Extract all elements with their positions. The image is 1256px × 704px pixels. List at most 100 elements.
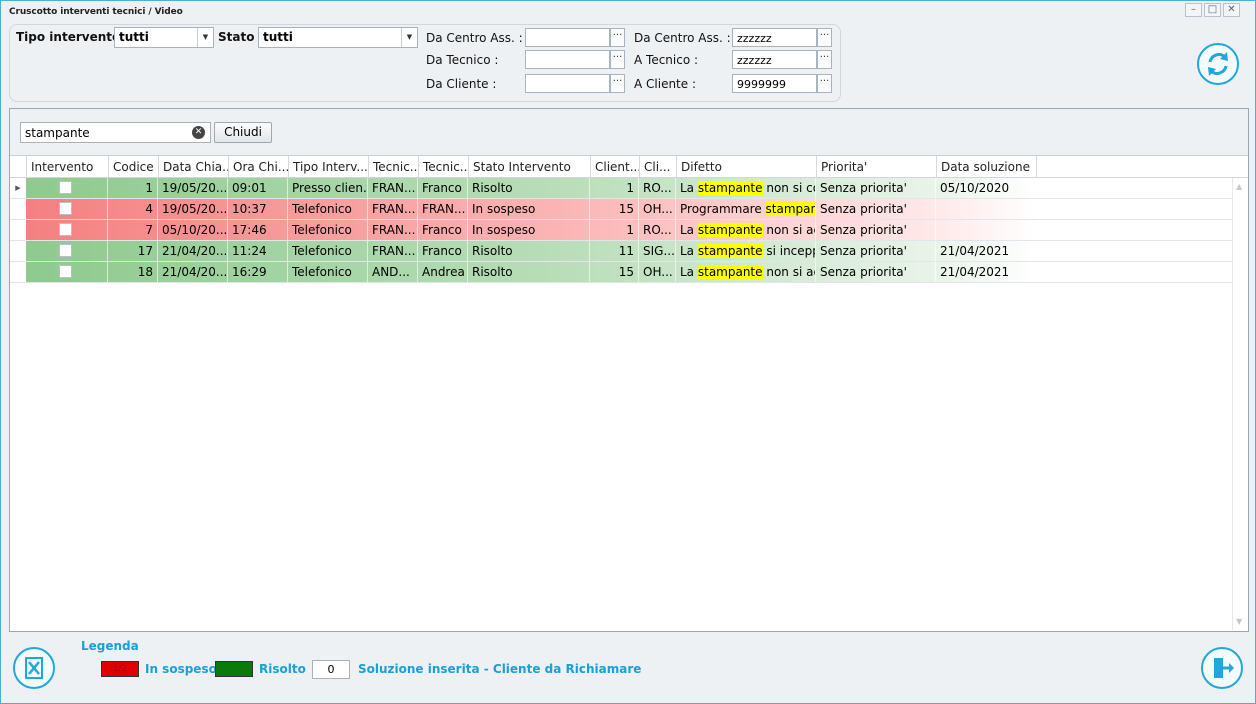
close-search-button[interactable]: Chiudi	[214, 122, 272, 143]
column-header[interactable]: Data Chia...	[158, 156, 228, 178]
intervento-checkbox[interactable]	[59, 223, 72, 236]
a-tecnico-field[interactable]: zzzzzz	[732, 50, 817, 69]
refresh-icon	[1208, 52, 1228, 76]
da-tecnico-field[interactable]	[525, 50, 610, 69]
codice-cell: 17	[108, 241, 158, 261]
stato-cell: Risolto	[468, 262, 590, 282]
refresh-button[interactable]	[1197, 43, 1239, 85]
table-row[interactable]: 18 21/04/20... 16:29 Telefonico AND... Andrea…	[10, 262, 1248, 283]
close-button[interactable]: ✕	[1223, 3, 1240, 17]
data-soluzione-cell: 21/04/2021	[936, 241, 1036, 261]
difetto-text: La	[680, 265, 698, 279]
codice-cell: 18	[108, 262, 158, 282]
column-header[interactable]: Tecnic...	[368, 156, 418, 178]
intervento-cell	[26, 199, 108, 219]
da-cliente-browse-button[interactable]: ···	[610, 74, 625, 93]
search-highlight: stampante	[697, 265, 763, 279]
column-header[interactable]: Codice	[108, 156, 158, 178]
legend-title: Legenda	[81, 639, 139, 653]
a-centro-browse-button[interactable]: ···	[817, 28, 832, 47]
row-header[interactable]	[10, 199, 26, 219]
tipo-intervento-cell: Telefonico	[288, 220, 368, 240]
intervento-cell	[26, 178, 108, 198]
codice-cell: 7	[108, 220, 158, 240]
da-cliente-field[interactable]	[525, 74, 610, 93]
data-soluzione-cell	[936, 220, 1036, 240]
a-cliente-label: A Cliente :	[634, 77, 697, 91]
exit-button[interactable]	[1201, 647, 1243, 689]
column-header[interactable]: Stato Intervento	[468, 156, 590, 178]
intervento-checkbox[interactable]	[59, 244, 72, 257]
difetto-cell: La stampante si inceppa	[676, 241, 816, 261]
cliente-code-cell: 1	[590, 220, 639, 240]
cliente-name-cell: RO...	[639, 178, 676, 198]
vertical-scrollbar[interactable]: ▲ ▼	[1232, 178, 1248, 630]
column-header[interactable]: Cli...	[639, 156, 676, 178]
export-excel-button[interactable]	[13, 647, 55, 689]
tipo-intervento-label: Tipo intervento :	[16, 30, 130, 44]
tecnico-code-cell: AND...	[368, 262, 418, 282]
stato-cell: In sospeso	[468, 220, 590, 240]
priorita-cell: Senza priorita'	[816, 241, 936, 261]
a-cliente-browse-button[interactable]: ···	[817, 74, 832, 93]
row-header[interactable]	[10, 262, 26, 282]
table-row[interactable]: 7 05/10/20... 17:46 Telefonico FRAN... Franco…	[10, 220, 1248, 241]
maximize-button[interactable]: □	[1204, 3, 1221, 17]
intervento-checkbox[interactable]	[59, 265, 72, 278]
row-header[interactable]	[10, 220, 26, 240]
column-header[interactable]: Priorita'	[816, 156, 936, 178]
table-row[interactable]: 4 19/05/20... 10:37 Telefonico FRAN... FRAN..…	[10, 199, 1248, 220]
da-tecnico-browse-button[interactable]: ···	[610, 50, 625, 69]
row-header[interactable]	[10, 241, 26, 261]
tipo-intervento-select[interactable]: tutti ▼	[114, 27, 214, 48]
cliente-code-cell: 1	[590, 178, 639, 198]
priorita-cell: Senza priorita'	[816, 178, 936, 198]
stato-select[interactable]: tutti ▼	[258, 27, 418, 48]
search-input[interactable]: stampante	[20, 122, 211, 143]
cliente-name-cell: RO...	[639, 220, 676, 240]
intervento-cell	[26, 241, 108, 261]
column-header[interactable]: Client...	[590, 156, 639, 178]
main-window: Cruscotto interventi tecnici / Video – □…	[0, 0, 1256, 704]
priorita-cell: Senza priorita'	[816, 220, 936, 240]
risolto-legend-label: Risolto	[259, 662, 306, 676]
difetto-text: La	[680, 223, 698, 237]
minimize-button[interactable]: –	[1185, 3, 1202, 17]
table-row[interactable]: ▶ 1 19/05/20... 09:01 Presso clien... FRAN...…	[10, 178, 1248, 199]
intervento-checkbox[interactable]	[59, 181, 72, 194]
current-row-indicator-icon[interactable]: ▶	[10, 178, 26, 198]
scroll-down-icon[interactable]: ▼	[1236, 617, 1242, 626]
chevron-down-icon: ▼	[197, 28, 213, 47]
scroll-up-icon[interactable]: ▲	[1236, 182, 1242, 191]
intervento-cell	[26, 262, 108, 282]
a-tecnico-browse-button[interactable]: ···	[817, 50, 832, 69]
da-centro-browse-button[interactable]: ···	[610, 28, 625, 47]
cliente-name-cell: OH...	[639, 262, 676, 282]
column-header[interactable]: Tecnic...	[418, 156, 468, 178]
a-centro-field[interactable]: zzzzzz	[732, 28, 817, 47]
da-centro-field[interactable]	[525, 28, 610, 47]
difetto-cell: La stampante non si ac...	[676, 262, 816, 282]
difetto-text: Programmare	[680, 202, 766, 216]
clear-search-icon[interactable]: ✕	[192, 126, 205, 139]
column-header-filler	[1036, 156, 1232, 178]
difetto-text: non si co...	[766, 181, 815, 195]
tipo-intervento-cell: Telefonico	[288, 199, 368, 219]
tecnico-name-cell: Franco	[418, 241, 468, 261]
table-row[interactable]: 17 21/04/20... 11:24 Telefonico FRAN... Franc…	[10, 241, 1248, 262]
column-header[interactable]: Tipo Interv...	[288, 156, 368, 178]
column-header[interactable]: Ora Chi...	[228, 156, 288, 178]
excel-icon	[25, 657, 43, 679]
column-header[interactable]: Difetto	[676, 156, 816, 178]
cliente-code-cell: 15	[590, 199, 639, 219]
sospeso-legend-label: In sospeso	[145, 662, 217, 676]
stato-cell: Risolto	[468, 241, 590, 261]
intervento-checkbox[interactable]	[59, 202, 72, 215]
a-cliente-field[interactable]: 9999999	[732, 74, 817, 93]
difetto-text: La	[680, 181, 698, 195]
cliente-name-cell: SIG...	[639, 241, 676, 261]
richiamare-count: 0	[312, 660, 350, 679]
column-header[interactable]: Intervento	[26, 156, 108, 178]
column-header[interactable]: Data soluzione	[936, 156, 1036, 178]
a-tecnico-label: A Tecnico :	[634, 53, 699, 67]
